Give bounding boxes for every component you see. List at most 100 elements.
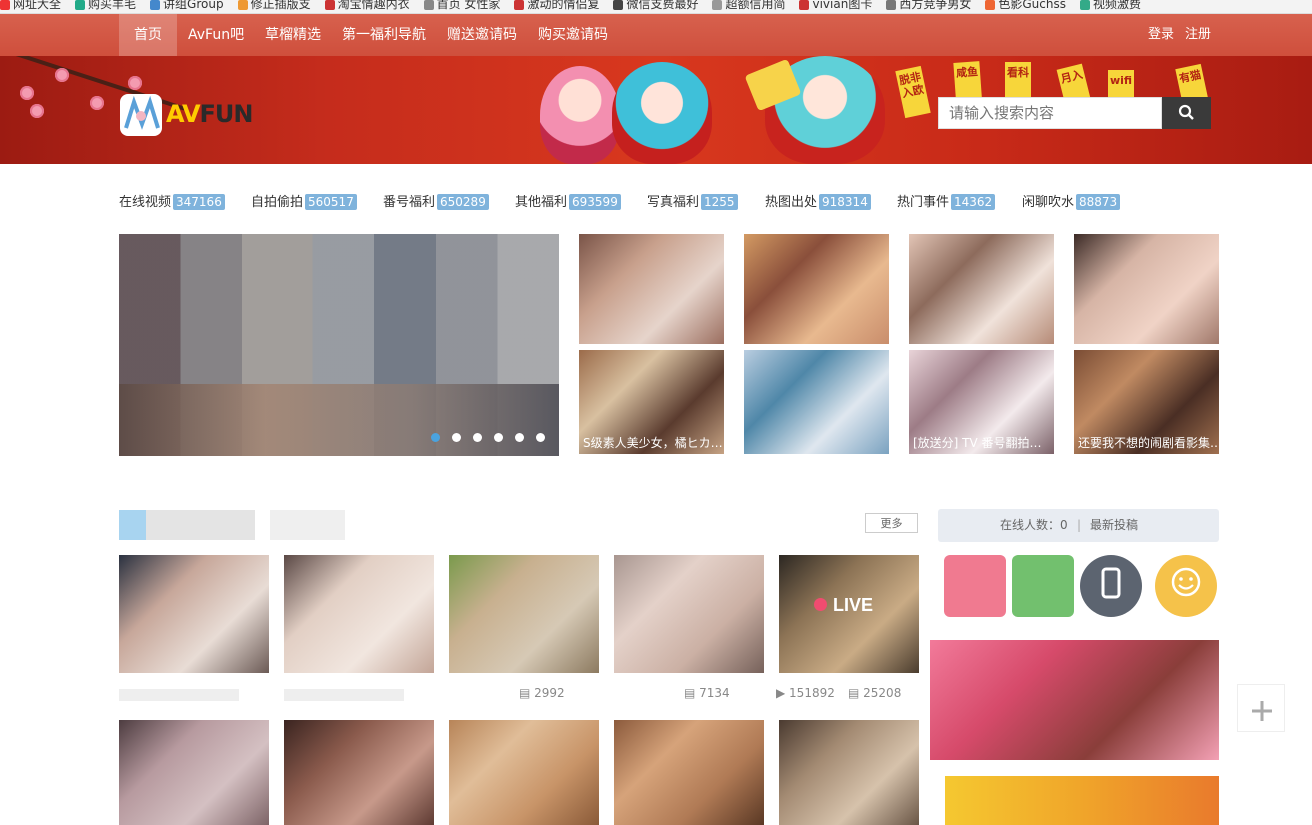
divider: | [1077,518,1082,532]
logo-mascot-icon [120,94,162,136]
category-label: 热图出处 [765,195,818,210]
view-count: ▶ 151892 [776,686,835,700]
carousel-dot[interactable] [452,433,461,442]
search-button[interactable] [1162,97,1211,129]
bookmark-item[interactable]: vivian图卡 [799,0,872,10]
bookmark-icon [799,0,810,10]
nav-welfare-guide[interactable]: 第一福利导航 [342,14,426,56]
category-link[interactable]: 番号福利 650289 [383,191,489,210]
bookmark-item[interactable]: 微信支费最好 [613,0,698,10]
latest-posts-link[interactable]: 最新投稿 [1090,509,1138,542]
featured-thumbnail[interactable] [744,350,889,454]
bookmark-label: 西方竞争男女 [899,0,972,11]
bookmark-item[interactable]: 首页 女性家 [423,0,501,11]
mobile-icon[interactable] [1080,555,1142,617]
bookmark-icon [324,0,335,10]
bookmark-item[interactable]: 购买羊毛 [75,0,136,10]
bookmark-label: 视频激费 [1092,0,1141,11]
category-count-badge: 88873 [1076,194,1121,210]
carousel-dot[interactable] [494,433,503,442]
blossom-icon [20,86,34,100]
bookmark-item[interactable]: 网址大全 [0,0,61,10]
section-tab[interactable] [270,510,345,540]
video-thumbnail[interactable] [614,555,764,673]
nav-home[interactable]: 首页 [119,14,177,56]
bookmark-item[interactable]: 色影Guchss [985,0,1066,10]
blossom-icon [128,76,142,90]
blossom-icon [90,96,104,110]
wechat-icon[interactable] [1012,555,1074,617]
category-link[interactable]: 在线视频 347166 [119,191,225,210]
category-label: 写真福利 [647,195,700,210]
category-label: 其他福利 [515,195,568,210]
sidebar-ad-image[interactable] [930,640,1219,760]
bookmark-icon [985,0,996,10]
bookmark-item[interactable]: 激动的情侣复 [514,0,599,10]
category-count-badge: 650289 [437,194,489,210]
nav-avfun-bar[interactable]: AvFun吧 [188,14,244,56]
category-link[interactable]: 热门事件 14362 [897,191,996,210]
carousel-main-slide[interactable] [119,234,559,456]
featured-thumbnail[interactable]: 还要我不想的闹剧看影集… [1074,350,1219,454]
video-thumbnail[interactable] [614,720,764,825]
bookmark-item[interactable]: 超额信用简 [712,0,785,10]
carousel-dot[interactable] [431,433,440,442]
search-icon [1178,104,1194,120]
login-link[interactable]: 登录 [1148,14,1174,56]
carousel-dot[interactable] [536,433,545,442]
featured-thumbnail[interactable]: S级素人美少女，橘ヒカ… [579,350,724,454]
video-thumbnail[interactable] [284,720,434,825]
carousel-dot[interactable] [515,433,524,442]
bookmark-item[interactable]: 西方竞争男女 [886,0,971,10]
bookmark-icon [514,0,525,10]
search-input[interactable] [938,97,1162,129]
video-thumbnail[interactable] [119,720,269,825]
carousel-dot[interactable] [473,433,482,442]
featured-thumbnail[interactable] [579,234,724,344]
bookmark-item[interactable]: 修正插版支 [237,0,311,10]
category-count-badge: 918314 [819,194,871,210]
social-share-icon[interactable] [944,555,1006,617]
video-thumbnail[interactable] [449,720,599,825]
bookmark-label: 微信支费最好 [626,0,699,11]
category-count-badge: 693599 [569,194,621,210]
featured-thumbnail[interactable] [909,234,1054,344]
featured-thumbnail[interactable] [1074,234,1219,344]
nav-caoliu[interactable]: 草榴精选 [265,14,321,56]
section-title [119,510,255,540]
bookmark-item[interactable]: 视频激费 [1079,0,1141,11]
category-link[interactable]: 写真福利 1255 [647,191,738,210]
pixelated-image [119,384,559,456]
bookmark-item[interactable]: 淘宝情趣内衣 [324,0,410,10]
register-link[interactable]: 注册 [1185,14,1211,56]
sidebar-ad-image[interactable] [945,776,1219,825]
category-link[interactable]: 闲聊吹水 88873 [1022,191,1121,210]
smiley-icon[interactable] [1155,555,1217,617]
video-thumbnail[interactable] [284,555,434,673]
record-dot-icon [814,598,827,611]
category-link[interactable]: 其他福利 693599 [515,191,621,210]
bookmarks-bar: 网址大全 购买羊毛 讲组Group 修正插版支 淘宝情趣内衣 首页 女性家 激动的情侣复 微信… [0,0,1312,14]
thumbnail-caption: S级素人美少女，橘ヒカ… [583,436,723,450]
comment-count: ▤ 25208 [848,686,902,700]
video-thumbnail[interactable] [449,555,599,673]
nav-buy-invite[interactable]: 购买邀请码 [538,14,608,56]
category-count-badge: 347166 [173,194,225,210]
featured-thumbnail[interactable] [744,234,889,344]
video-thumbnail[interactable] [779,720,919,825]
video-title-placeholder [119,689,239,701]
thumbnail-caption: [放送分] TV 番号翻拍… [913,436,1042,450]
category-link[interactable]: 热图出处 918314 [765,191,871,210]
plus-icon [1252,701,1272,721]
blossom-icon [55,68,69,82]
bookmark-label: 首页 女性家 [436,0,501,11]
bookmark-item[interactable]: 讲组Group [150,0,224,10]
more-button[interactable]: 更多 [865,513,918,533]
video-thumbnail[interactable] [119,555,269,673]
featured-thumbnail[interactable]: [放送分] TV 番号翻拍… [909,350,1054,454]
nav-gift-invite[interactable]: 赠送邀请码 [447,14,517,56]
video-title-placeholder [284,689,404,701]
floating-plus-button[interactable] [1237,684,1285,732]
bookmark-icon [423,0,434,10]
category-link[interactable]: 自拍偷拍 560517 [251,191,357,210]
